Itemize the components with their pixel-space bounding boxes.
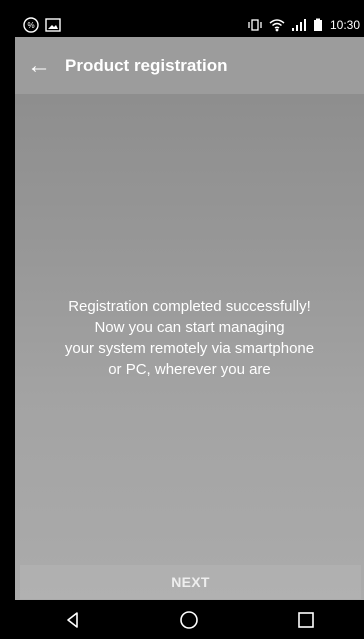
signal-icon: [291, 18, 307, 32]
next-button[interactable]: NEXT: [20, 565, 361, 599]
screen: % 10:30 ← Product registration Registrat…: [0, 0, 364, 639]
status-left: %: [23, 17, 61, 33]
back-triangle-icon[interactable]: [53, 605, 93, 635]
svg-text:%: %: [27, 21, 34, 30]
page-title: Product registration: [65, 55, 228, 75]
status-bar: % 10:30: [15, 13, 364, 37]
percent-badge-icon: %: [23, 17, 39, 33]
vibrate-icon: [247, 18, 263, 32]
status-right: 10:30: [247, 18, 360, 32]
wifi-icon: [269, 18, 285, 32]
status-time: 10:30: [329, 18, 360, 32]
success-message: Registration completed successfully! Now…: [64, 298, 315, 378]
next-button-label: NEXT: [171, 574, 210, 590]
app-bar: ← Product registration: [15, 37, 364, 94]
arrow-left-icon[interactable]: ←: [27, 53, 51, 78]
image-icon: [45, 18, 61, 32]
battery-icon: [313, 18, 323, 32]
home-circle-icon[interactable]: [169, 605, 209, 635]
navigation-bar: [15, 600, 364, 639]
recents-square-icon[interactable]: [286, 605, 326, 635]
content-panel: Registration completed successfully! Now…: [15, 94, 364, 600]
